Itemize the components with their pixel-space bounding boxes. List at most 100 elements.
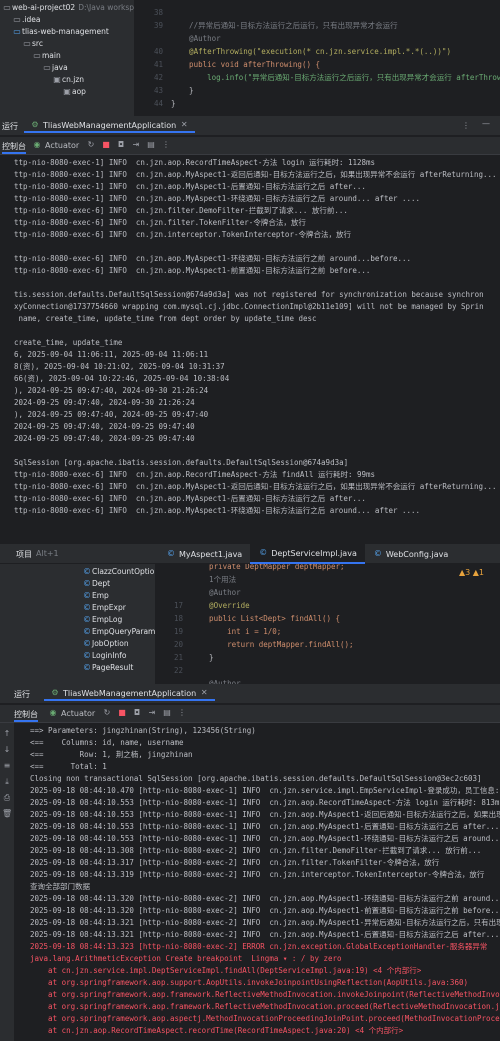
- left-tool-strip: ↑ ↓ ≡ ⤓ ⎙ 🗑: [0, 723, 14, 1041]
- tree-item-label: src: [32, 39, 43, 48]
- tree-item[interactable]: ▣cn.jzn: [0, 74, 134, 86]
- close-icon[interactable]: ✕: [179, 120, 189, 130]
- arrow-down-icon[interactable]: ↓: [2, 745, 12, 755]
- toolbar-icons: ↻ ■ ◘ ⇥ ▤ ⋮: [86, 140, 171, 150]
- more-icon[interactable]: ⋮: [177, 708, 187, 718]
- camera-icon[interactable]: ◘: [132, 708, 142, 718]
- console-line: 2025-09-18 08:44:13.323 [http-nio-8080-e…: [30, 942, 488, 951]
- wrap-icon[interactable]: ≡: [2, 761, 12, 771]
- code-line[interactable]: 38: [135, 6, 500, 19]
- console-line: ttp-nio-8080-exec-6] INFO cn.jzn.interce…: [14, 230, 351, 239]
- more-options-icon[interactable]: ⋮: [462, 121, 470, 130]
- code-line[interactable]: private DeptMapper deptMapper;: [155, 564, 500, 573]
- run-tab-label[interactable]: 运行: [2, 121, 18, 132]
- layout-icon[interactable]: ▤: [162, 708, 172, 718]
- tree-item[interactable]: ▭main: [0, 50, 134, 62]
- tree-item[interactable]: ©EmpQueryParam: [82, 626, 155, 638]
- code-line[interactable]: @Author: [155, 586, 500, 599]
- code-line[interactable]: 41 public void afterThrowing() {: [135, 58, 500, 71]
- editor-tab[interactable]: © MyAspect1.java: [158, 544, 250, 564]
- rerun-icon[interactable]: ↻: [102, 708, 112, 718]
- tree-item[interactable]: ©EmpLog: [82, 614, 155, 626]
- actuator-tab[interactable]: ◉ Actuator: [32, 140, 80, 150]
- console-line: 2024-09-25 09:47:40, 2024-09-30 21:26:24: [14, 398, 195, 407]
- layout-icon[interactable]: ▤: [146, 140, 156, 150]
- close-icon[interactable]: ✕: [199, 688, 209, 698]
- actuator-icon: ◉: [33, 140, 41, 149]
- top-editor: 38 39 //异常后通知-目标方法运行之后运行，只有出现异常才会运行 @Auth…: [135, 0, 500, 116]
- run-app-tab[interactable]: ⚙ TliasWebManagementApplication ✕: [24, 119, 196, 133]
- java-class-icon: ©: [83, 591, 91, 600]
- camera-icon[interactable]: ◘: [116, 140, 126, 150]
- code-line[interactable]: 19 int i = 1/0;: [155, 625, 500, 638]
- rerun-icon[interactable]: ↻: [86, 140, 96, 150]
- stop-icon[interactable]: ■: [101, 140, 111, 150]
- code-line[interactable]: 22: [155, 664, 500, 677]
- editor-tab[interactable]: © DeptServiceImpl.java: [250, 544, 365, 564]
- tree-item[interactable]: ▭java: [0, 62, 134, 74]
- exit-icon[interactable]: ⇥: [147, 708, 157, 718]
- editor-tab-label: MyAspect1.java: [179, 549, 243, 559]
- tree-item-label: ClazzCountOptio: [92, 567, 155, 576]
- code-line[interactable]: 40 @AfterThrowing("execution(* cn.jzn.se…: [135, 45, 500, 58]
- tree-item[interactable]: ▭src: [0, 38, 134, 50]
- tree-item-label: .idea: [22, 15, 41, 24]
- code-line[interactable]: @Author: [135, 32, 500, 45]
- more-icon[interactable]: ⋮: [161, 140, 171, 150]
- code-line[interactable]: 18 public List<Dept> findAll() {: [155, 612, 500, 625]
- console-line: ), 2024-09-25 09:47:40, 2024-09-30 21:26…: [14, 386, 209, 395]
- package-icon: ▣: [63, 87, 71, 96]
- tree-item[interactable]: ©Dept: [82, 578, 155, 590]
- run-tab-label[interactable]: 运行: [14, 689, 30, 700]
- tree-item[interactable]: ▭web-ai-project02D:\Java workspace: [0, 2, 134, 14]
- stop-icon[interactable]: ■: [117, 708, 127, 718]
- tree-item[interactable]: ©EmpExpr: [82, 602, 155, 614]
- console-tab[interactable]: 控制台: [14, 709, 38, 722]
- minimize-icon[interactable]: —: [482, 119, 490, 128]
- trash-icon[interactable]: 🗑: [2, 809, 12, 819]
- console-line: ttp-nio-8080-exec-1] INFO cn.jzn.aop.MyA…: [14, 170, 497, 179]
- tree-item[interactable]: ©PageResult: [82, 662, 155, 674]
- console-line: 2025-09-18 08:44:13.317 [http-nio-8080-e…: [30, 858, 440, 867]
- tree-item[interactable]: ▣aop: [0, 86, 134, 98]
- project-label[interactable]: 项目: [16, 549, 32, 560]
- print-icon[interactable]: ⎙: [2, 793, 12, 803]
- java-class-icon: ©: [83, 627, 91, 636]
- code-text: @Author: [171, 34, 221, 43]
- tree-item-label: aop: [72, 87, 86, 96]
- editor-tab[interactable]: © WebConfig.java: [365, 544, 456, 564]
- exit-icon[interactable]: ⇥: [131, 140, 141, 150]
- console-line: ttp-nio-8080-exec-6] INFO cn.jzn.aop.MyA…: [14, 482, 497, 491]
- code-line[interactable]: 43 }: [135, 84, 500, 97]
- tree-item[interactable]: ©JobOption: [82, 638, 155, 650]
- actuator-tab[interactable]: ◉ Actuator: [48, 708, 96, 718]
- package-icon: ▣: [53, 75, 61, 84]
- arrow-up-icon[interactable]: ↑: [2, 729, 12, 739]
- tree-item[interactable]: ©ClazzCountOptio: [82, 566, 155, 578]
- line-number: 40: [153, 47, 163, 56]
- top-project-panel: ▭web-ai-project02D:\Java workspace▭.idea…: [0, 0, 135, 116]
- tree-item[interactable]: ©LoginInfo: [82, 650, 155, 662]
- code-line[interactable]: 21 }: [155, 651, 500, 664]
- code-line[interactable]: 42 log.info("异常后通知-目标方法运行之后运行，只有出现异常才会运行…: [135, 71, 500, 84]
- code-text: private DeptMapper deptMapper;: [191, 564, 345, 571]
- tree-item[interactable]: ▭.idea: [0, 14, 134, 26]
- project-tree: ▭web-ai-project02D:\Java workspace▭.idea…: [0, 2, 134, 98]
- code-line[interactable]: 1个用法: [155, 573, 500, 586]
- console-line: 8(资), 2025-09-04 10:21:02, 2025-09-04 10…: [14, 362, 225, 371]
- code-line[interactable]: 39 //异常后通知-目标方法运行之后运行，只有出现异常才会运行: [135, 19, 500, 32]
- java-class-icon: ©: [259, 548, 268, 557]
- tree-item-label: EmpQueryParam: [92, 627, 155, 636]
- tree-item[interactable]: ©Emp: [82, 590, 155, 602]
- tree-item[interactable]: ▭tlias-web-management: [0, 26, 134, 38]
- code-line[interactable]: @Author: [155, 677, 500, 684]
- java-class-icon: ©: [83, 579, 91, 588]
- console-tab[interactable]: 控制台: [2, 141, 26, 154]
- code-line[interactable]: 44}: [135, 97, 500, 110]
- scroll-end-icon[interactable]: ⤓: [2, 777, 12, 787]
- code-line[interactable]: 17 @Override: [155, 599, 500, 612]
- run-app-tab[interactable]: ⚙ TliasWebManagementApplication ✕: [44, 687, 216, 701]
- code-line[interactable]: 20 return deptMapper.findAll();: [155, 638, 500, 651]
